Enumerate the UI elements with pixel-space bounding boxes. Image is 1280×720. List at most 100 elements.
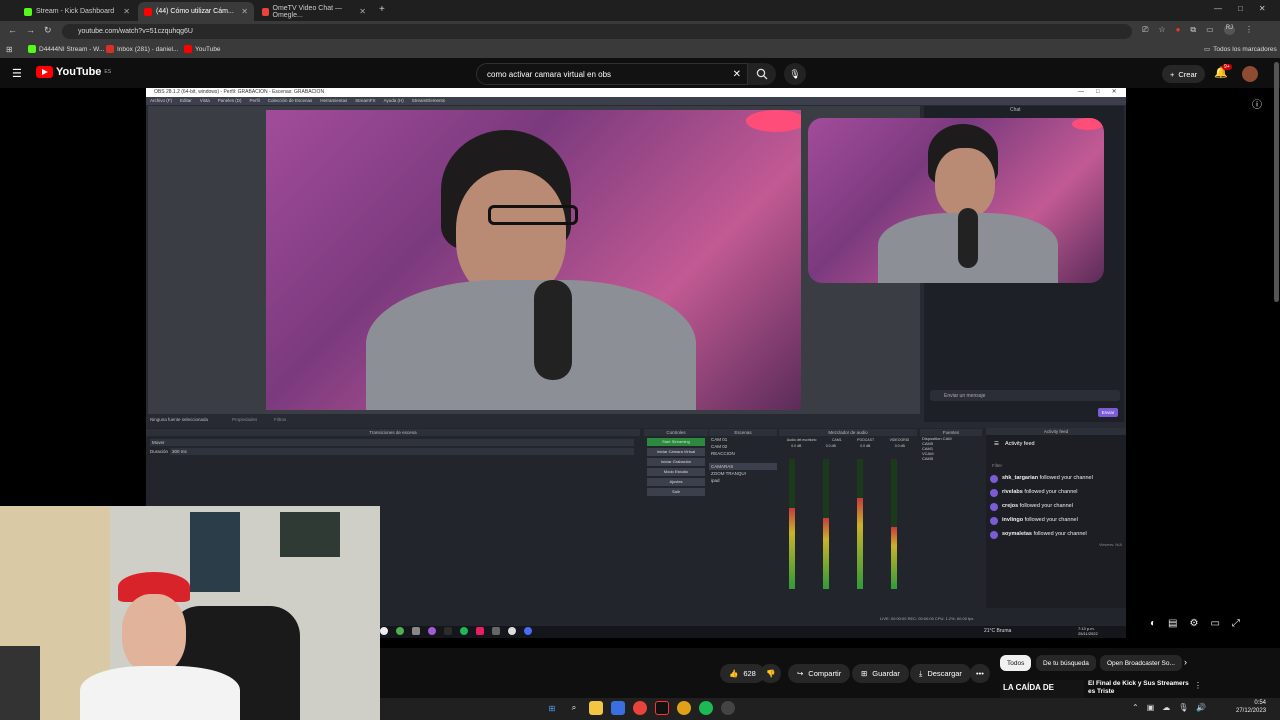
obs-icon[interactable]: [721, 701, 735, 715]
clear-search-icon[interactable]: ✕: [733, 69, 741, 80]
obs-menu-bar: Archivo (F) Editar Vista Paneles (D) Perfil C…: [146, 97, 1126, 105]
start-recording-button: Iniciar Grabación: [647, 458, 705, 466]
settings-gear-icon[interactable]: ⚙: [1190, 618, 1199, 629]
chrome-icon[interactable]: [677, 701, 691, 715]
profile-avatar[interactable]: RJ: [1223, 25, 1236, 35]
studio-mode-button: Modo Estudio: [647, 468, 705, 476]
account-avatar[interactable]: [1242, 66, 1258, 82]
browser-menu-icon[interactable]: ⋮: [1245, 25, 1253, 35]
more-actions-button[interactable]: •••: [970, 664, 990, 683]
autoplay-toggle-icon[interactable]: ◐: [1150, 618, 1156, 629]
chat-title: Chat: [1010, 107, 1021, 113]
follow-heart-icon: [990, 489, 998, 497]
app-tray-icon[interactable]: ▣: [1147, 703, 1155, 712]
network-icon[interactable]: ☁: [1162, 703, 1170, 712]
chevron-right-icon[interactable]: ›: [1184, 657, 1187, 667]
plus-icon: +: [1170, 69, 1175, 79]
apps-grid-icon[interactable]: ⊞: [6, 45, 13, 54]
subtitles-icon[interactable]: ▤: [1168, 618, 1177, 629]
volume-icon[interactable]: 🔊: [1196, 703, 1206, 712]
exit-button: Salir: [647, 488, 705, 496]
app-icon[interactable]: [633, 701, 647, 715]
audio-meter: [891, 459, 897, 589]
microphone: [534, 280, 572, 380]
fullscreen-icon[interactable]: ⤢: [1232, 618, 1240, 629]
close-tab-icon[interactable]: ✕: [123, 7, 130, 16]
create-button[interactable]: + Crear: [1162, 65, 1206, 83]
app-icon[interactable]: [611, 701, 625, 715]
tiktok-icon[interactable]: [655, 701, 669, 715]
bookmark-youtube[interactable]: YouTube: [184, 45, 221, 53]
recorded-clock: 7:13 p.m. 25/11/2022: [1078, 626, 1098, 636]
extension-icon[interactable]: ●: [1176, 25, 1181, 35]
tab-youtube[interactable]: (44) Cómo utilizar Cám... ✕: [138, 2, 254, 21]
more-horizontal-icon: •••: [976, 669, 984, 678]
chat-message-input: Enviar un mensaje: [930, 390, 1120, 401]
audio-meter-level: [891, 526, 897, 589]
all-bookmarks[interactable]: ▭ Todos los marcadores: [1204, 45, 1277, 54]
search-button[interactable]: [748, 63, 776, 85]
chat-send-button: Enviar: [1098, 408, 1118, 417]
back-icon[interactable]: ←: [8, 25, 17, 35]
follow-heart-icon: [990, 503, 998, 511]
dislike-button[interactable]: 👎: [760, 664, 782, 683]
mixer-channel-labels: Audio del escritorio CAM1 PODCAST VIDEOGRID: [786, 438, 910, 442]
audio-meter-level: [789, 508, 795, 589]
cast-icon[interactable]: ⎚: [1142, 25, 1148, 35]
tab-ometv[interactable]: OmeTV Video Chat — Omegle... ✕: [256, 2, 372, 21]
youtube-logo[interactable]: YouTube ES: [36, 66, 111, 78]
search-icon[interactable]: ⌕: [567, 701, 581, 715]
up-next-thumbnail[interactable]: LA CAÍDA DE: [1000, 680, 1084, 698]
page-scrollbar[interactable]: [1274, 62, 1279, 302]
shelf: [0, 646, 40, 720]
system-clock[interactable]: 0:54 27/12/2023: [1236, 700, 1266, 716]
extensions-puzzle-icon[interactable]: ⧉: [1190, 25, 1196, 35]
file-explorer-icon[interactable]: [589, 701, 603, 715]
follow-heart-icon: [990, 531, 998, 539]
white-jersey: [80, 666, 240, 720]
chevron-up-icon[interactable]: ⌃: [1132, 703, 1139, 712]
activity-item: rivelabs followed your channel: [986, 486, 1126, 500]
minimize-icon[interactable]: —: [1214, 4, 1222, 13]
close-window-icon[interactable]: ✕: [1259, 4, 1266, 13]
tab-kick[interactable]: Stream - Kick Dashboard ✕: [18, 2, 136, 21]
maximize-icon[interactable]: □: [1238, 4, 1243, 13]
theater-mode-icon[interactable]: ▭: [1210, 618, 1219, 629]
hamburger-menu-icon[interactable]: ☰: [12, 67, 22, 80]
sidebar-icon[interactable]: ▭: [1206, 25, 1214, 35]
new-tab-icon[interactable]: +: [379, 4, 385, 15]
reload-icon[interactable]: ↻: [44, 25, 52, 36]
info-icon[interactable]: ⓘ: [1252, 96, 1262, 111]
close-tab-icon[interactable]: ✕: [241, 7, 248, 16]
voice-search-button[interactable]: 🎙: [784, 63, 806, 85]
bookmark-star-icon[interactable]: ☆: [1158, 25, 1165, 35]
save-button[interactable]: ⊞ Guardar: [852, 664, 909, 683]
download-button[interactable]: ⤓ Descargar: [910, 664, 971, 683]
audio-meter-level: [857, 498, 863, 589]
windows-start-icon[interactable]: ⊞: [545, 701, 559, 715]
chip-de-tu-busqueda[interactable]: De tu búsqueda: [1036, 655, 1096, 671]
bookmark-gmail[interactable]: Inbox (281) - daniel...: [106, 45, 178, 53]
start-streaming-button: Start Streaming: [647, 438, 705, 446]
mic-icon[interactable]: 🎙: [1178, 703, 1188, 712]
close-tab-icon[interactable]: ✕: [359, 7, 366, 16]
activity-feed-title-row: ☰ Activity feed: [994, 441, 1035, 447]
source-item: CAM5: [922, 456, 934, 461]
chip-todos[interactable]: Todos: [1000, 655, 1032, 671]
mixer-db-labels: 0.0 dB 0.0 dB 0.0 dB 0.0 dB: [791, 444, 905, 448]
youtube-favicon-icon: [184, 45, 192, 53]
like-button[interactable]: 👍 628: [720, 664, 765, 683]
search-input[interactable]: como activar camara virtual en obs ✕: [476, 63, 748, 85]
app-icon: [412, 627, 420, 635]
follow-heart-icon: [990, 475, 998, 483]
pink-lamp: [746, 110, 801, 132]
chip-obs[interactable]: Open Broadcaster So...: [1100, 655, 1182, 671]
more-vertical-icon[interactable]: ⋮: [1194, 681, 1202, 690]
forward-icon[interactable]: →: [26, 25, 35, 35]
url-input[interactable]: youtube.com/watch?v=51czquhqg6U: [62, 24, 1132, 39]
spotify-icon[interactable]: [699, 701, 713, 715]
up-next-title[interactable]: El Final de Kick y Sus Streamers es Tris…: [1088, 680, 1192, 698]
bookmark-kick[interactable]: D4444NI Stream - W...: [28, 45, 104, 53]
obs-status-bar: LIVE: 00:00:00 REC: 00:00:00 CPU: 1.2%, …: [880, 616, 974, 621]
share-button[interactable]: ↪ Compartir: [788, 664, 851, 683]
